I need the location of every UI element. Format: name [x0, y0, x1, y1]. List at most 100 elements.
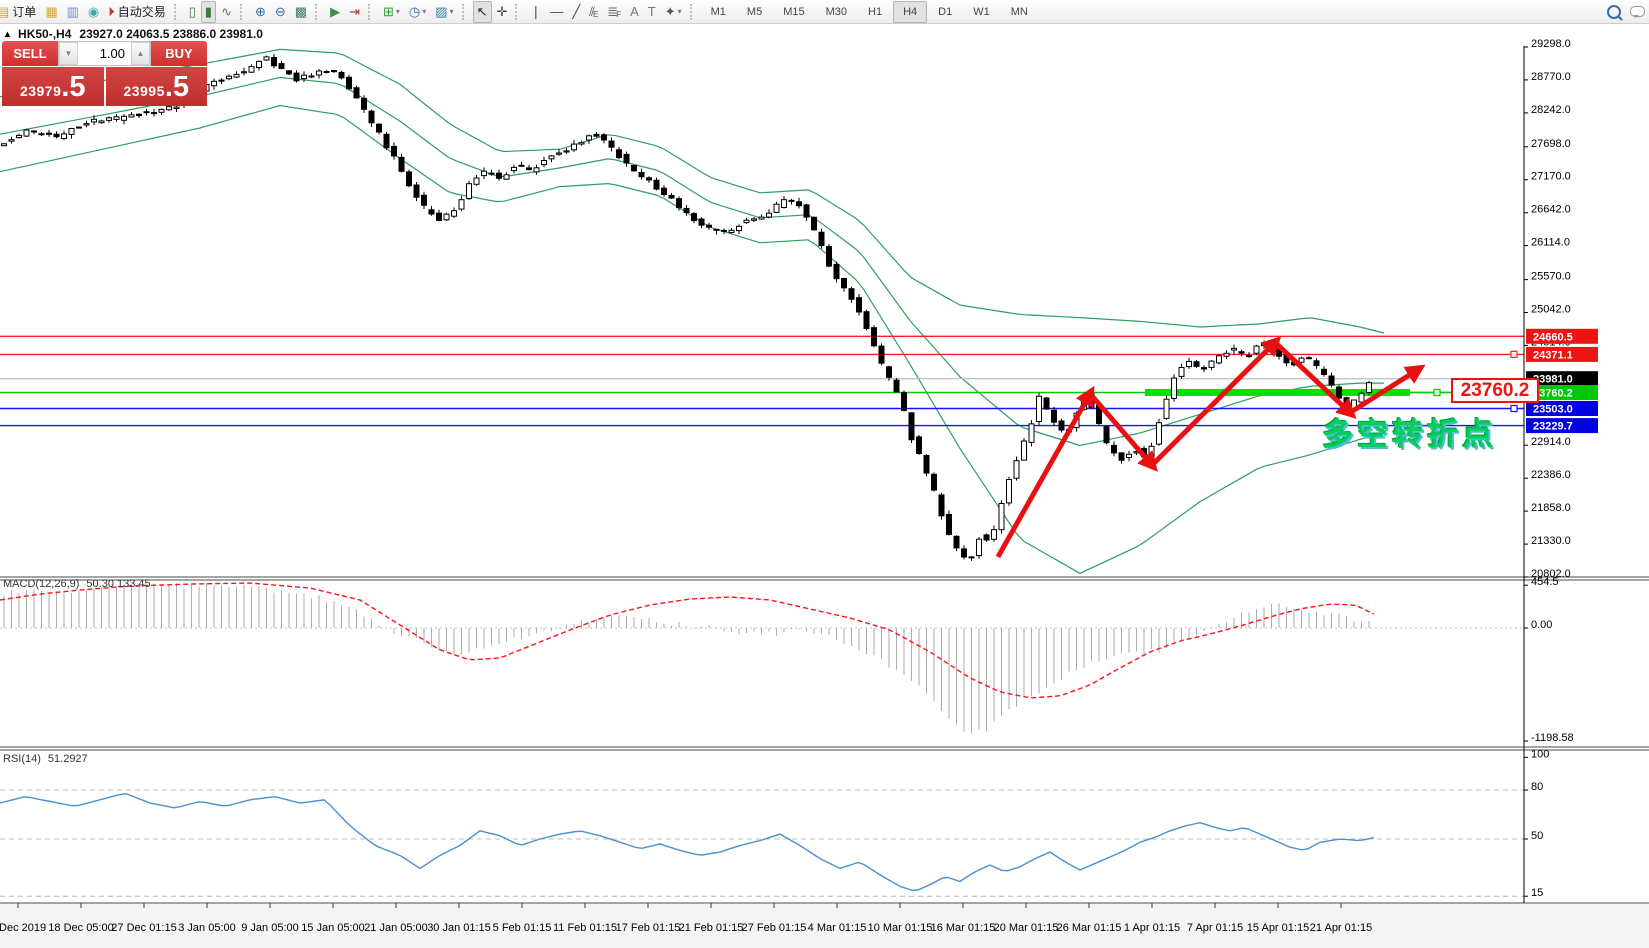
rsi-name: RSI(14): [3, 753, 41, 765]
time-tick-label: 30 Jan 01:15: [427, 922, 491, 934]
chart-area[interactable]: 29298.028770.028242.027698.027170.026642…: [0, 24, 1649, 948]
cursor-icon[interactable]: ↖: [473, 1, 492, 23]
zoom-out-icon: ⊖: [275, 5, 286, 18]
volume-input[interactable]: 1.00: [78, 42, 131, 65]
line-chart-icon[interactable]: ∿: [217, 2, 236, 22]
bollinger-lower: [0, 106, 1384, 574]
horizontal-line-icon: ―: [550, 5, 563, 18]
vertical-line-icon[interactable]: ❘: [526, 2, 545, 22]
templates-icon[interactable]: ▨▾: [431, 2, 457, 22]
buy-button[interactable]: BUY: [151, 41, 207, 66]
price-badge-text: 24371.1: [1533, 349, 1573, 361]
macd-scale-label: 454.5: [1531, 576, 1559, 588]
price-tick-label: 21858.0: [1531, 502, 1571, 514]
dropdown-caret-icon: ▾: [678, 7, 682, 16]
price-tick-label: 25570.0: [1531, 271, 1571, 283]
macd-values: 50.30 133.45: [86, 578, 150, 590]
tf-w1[interactable]: W1: [963, 2, 1000, 22]
buy-price-box[interactable]: 23995 .5: [106, 67, 208, 106]
rsi-line: [0, 794, 1374, 891]
rsi-scale-label: 100: [1531, 748, 1549, 760]
fibonacci-icon[interactable]: ≣F: [603, 2, 625, 22]
toolbar-grip: [515, 4, 522, 20]
price-callout[interactable]: 23760.2: [1451, 378, 1539, 403]
profiles-icon[interactable]: ▥: [63, 2, 83, 22]
time-tick-label: 7 Apr 01:15: [1187, 922, 1243, 934]
price-tick-label: 27170.0: [1531, 171, 1571, 183]
dropdown-caret-icon: ▾: [422, 7, 426, 16]
label-icon[interactable]: T: [644, 2, 660, 22]
candlestick-chart-icon[interactable]: ▮: [201, 1, 216, 23]
text-icon: A: [630, 5, 639, 18]
rsi-scale-label: 15: [1531, 887, 1543, 899]
tf-m15[interactable]: M15: [773, 2, 814, 22]
chart-canvas[interactable]: 29298.028770.028242.027698.027170.026642…: [0, 24, 1649, 948]
crosshair-icon[interactable]: ✛: [493, 2, 512, 22]
line-chart-icon: ∿: [221, 5, 232, 18]
price-tick-label: 26114.0: [1531, 237, 1570, 249]
trend-arrow: [998, 394, 1090, 557]
macd-histogram: [4, 583, 1369, 733]
main-price-pane: [0, 49, 1524, 573]
horizontal-line-icon[interactable]: ―: [546, 2, 567, 22]
time-tick-label: 5 Feb 01:15: [493, 922, 552, 934]
time-tick-label: 18 Dec 05:00: [48, 922, 113, 934]
line-anchor-marker: [1511, 406, 1517, 412]
crosshair-icon: ✛: [497, 5, 508, 18]
label-icon: T: [648, 5, 656, 18]
price-axis[interactable]: 29298.028770.028242.027698.027170.026642…: [1524, 38, 1598, 903]
sell-price-box[interactable]: 23979 .5: [2, 67, 104, 106]
tf-h1[interactable]: H1: [858, 2, 892, 22]
time-tick-label: 27 Feb 01:15: [742, 922, 807, 934]
symbol-period-label: HK50-,H4: [18, 27, 71, 41]
price-tick-label: 25042.0: [1531, 304, 1571, 316]
tf-m5[interactable]: M5: [737, 2, 772, 22]
chat-icon[interactable]: [1626, 2, 1649, 22]
tf-m1[interactable]: M1: [701, 2, 736, 22]
tf-m30[interactable]: M30: [816, 2, 857, 22]
periods-icon[interactable]: ◷▾: [405, 2, 430, 22]
new-chart-icon[interactable]: ▦: [41, 2, 61, 22]
autotrading-button[interactable]: ⏵自动交易: [104, 2, 170, 22]
volume-down-button[interactable]: ▼: [59, 42, 78, 65]
tf-w1-label: W1: [967, 6, 996, 18]
tf-h4[interactable]: H4: [893, 1, 927, 23]
zoom-out-icon[interactable]: ⊖: [271, 2, 290, 22]
tile-windows-icon[interactable]: ▩: [291, 2, 311, 22]
candlestick-chart-icon: ▮: [205, 5, 212, 18]
indicators-icon[interactable]: ⊞▾: [379, 2, 404, 22]
signals-icon[interactable]: ◉: [84, 2, 103, 22]
price-tick-label: 22914.0: [1531, 436, 1571, 448]
time-tick-label: 21 Jan 05:00: [364, 922, 428, 934]
tf-d1[interactable]: D1: [928, 2, 962, 22]
toolbar-grip: [368, 4, 375, 20]
sell-button[interactable]: SELL: [2, 41, 58, 66]
bar-chart-icon: ▯: [189, 5, 196, 18]
new-order-button: ▤: [0, 5, 9, 18]
search-icon: [1607, 5, 1621, 19]
tf-mn[interactable]: MN: [1001, 2, 1038, 22]
trendline-icon[interactable]: ╱: [568, 2, 584, 22]
templates-icon: ▨: [435, 5, 447, 18]
auto-scroll-icon[interactable]: ▶: [326, 2, 344, 22]
tile-windows-icon: ▩: [295, 5, 307, 18]
arrows-icon[interactable]: ✦▾: [661, 2, 686, 22]
tf-h1-label: H1: [862, 6, 888, 18]
bar-chart-icon[interactable]: ▯: [185, 2, 200, 22]
callout-anchor-marker: [1434, 389, 1440, 395]
price-tick-label: 28770.0: [1531, 71, 1571, 83]
new-order-button[interactable]: ▤订单: [0, 2, 40, 22]
trendline-icon: ╱: [572, 5, 580, 18]
time-tick-label: 26 Mar 01:15: [1057, 922, 1122, 934]
volume-up-button[interactable]: ▲: [131, 42, 150, 65]
time-tick-label: 4 Mar 01:15: [808, 922, 867, 934]
buy-price-fraction: .5: [165, 73, 189, 102]
chart-shift-icon[interactable]: ⇥: [345, 2, 364, 22]
tf-d1-label: D1: [932, 6, 958, 18]
turning-point-annotation: 多空转折点: [1322, 409, 1497, 454]
channel-icon[interactable]: ⫽E: [585, 2, 602, 22]
time-tick-label: 3 Jan 05:00: [178, 922, 236, 934]
search-icon[interactable]: [1603, 2, 1625, 22]
zoom-in-icon[interactable]: ⊕: [251, 2, 270, 22]
text-icon[interactable]: A: [626, 2, 643, 22]
